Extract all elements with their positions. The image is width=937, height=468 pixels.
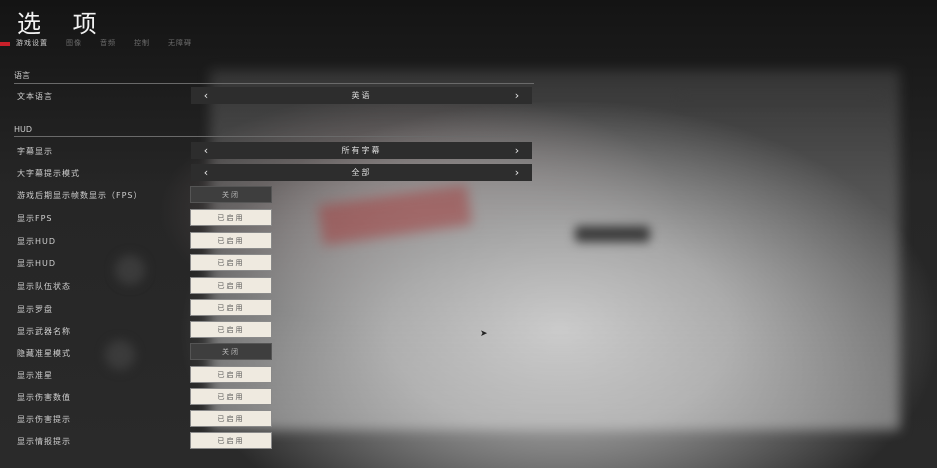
chevron-right-icon[interactable]: ›	[512, 142, 522, 159]
mouse-cursor-icon: ➤	[480, 329, 488, 339]
large-subtitle-mode-selector[interactable]: ‹ 全部 ›	[191, 164, 532, 181]
toggle-row-label: 显示武器名称	[17, 327, 71, 336]
toggle-button[interactable]: 已启用	[190, 366, 272, 383]
tab-game-settings[interactable]: 游戏设置	[16, 38, 48, 48]
toggle-button[interactable]: 已启用	[190, 277, 272, 294]
toggle-button[interactable]: 已启用	[190, 432, 272, 449]
toggle-row-label: 显示HUD	[17, 259, 57, 268]
toggle-button[interactable]: 已启用	[190, 254, 272, 271]
toggle-row-label: 显示伤害提示	[17, 415, 71, 424]
tab-accessibility[interactable]: 无障碍	[168, 38, 192, 48]
chevron-left-icon[interactable]: ‹	[201, 164, 211, 181]
toggle-row-label: 显示HUD	[17, 237, 57, 246]
toggle-button[interactable]: 已启用	[190, 232, 272, 249]
toggle-button[interactable]: 关闭	[190, 186, 272, 203]
background-dark-circle	[115, 255, 145, 285]
toggle-row-label: 游戏后期显示帧数显示（FPS）	[17, 191, 143, 200]
section-header-language: 语言	[14, 70, 534, 84]
page-title: 选 项	[17, 10, 109, 38]
toggle-button[interactable]: 关闭	[190, 343, 272, 360]
toggle-button[interactable]: 已启用	[190, 410, 272, 427]
toggle-button[interactable]: 已启用	[190, 299, 272, 316]
background-dark-shape	[575, 226, 650, 242]
section-header-hud: HUD	[14, 125, 534, 137]
selector-value: 英语	[351, 91, 372, 100]
selector-value: 全部	[351, 168, 372, 177]
tab-graphics[interactable]: 图像	[66, 38, 82, 48]
toggle-row-label: 隐藏准星模式	[17, 349, 71, 358]
tab-audio[interactable]: 音频	[100, 38, 116, 48]
text-language-label: 文本语言	[17, 92, 53, 101]
chevron-right-icon[interactable]: ›	[512, 164, 522, 181]
selector-value: 所有字幕	[341, 146, 382, 155]
subtitle-display-selector[interactable]: ‹ 所有字幕 ›	[191, 142, 532, 159]
tab-controls[interactable]: 控制	[134, 38, 150, 48]
toggle-row-label: 显示罗盘	[17, 305, 53, 314]
toggle-row-label: 显示FPS	[17, 214, 53, 223]
background-dark-bar	[680, 96, 880, 106]
chevron-left-icon[interactable]: ‹	[201, 142, 211, 159]
active-tab-accent	[0, 42, 10, 46]
text-language-selector[interactable]: ‹ 英语 ›	[191, 87, 532, 104]
toggle-row-label: 显示伤害数值	[17, 393, 71, 402]
toggle-button[interactable]: 已启用	[190, 209, 272, 226]
options-tabs: 游戏设置 图像 音频 控制 无障碍	[16, 38, 192, 48]
toggle-row-label: 显示准星	[17, 371, 53, 380]
background-dark-circle-2	[105, 340, 135, 370]
toggle-row-label: 显示情报提示	[17, 437, 71, 446]
large-subtitle-mode-label: 大字幕提示模式	[17, 169, 80, 178]
toggle-button[interactable]: 已启用	[190, 321, 272, 338]
background-panel	[210, 70, 900, 430]
chevron-left-icon[interactable]: ‹	[201, 87, 211, 104]
toggle-row-label: 显示队伍状态	[17, 282, 71, 291]
subtitle-display-label: 字幕显示	[17, 147, 53, 156]
chevron-right-icon[interactable]: ›	[512, 87, 522, 104]
toggle-button[interactable]: 已启用	[190, 388, 272, 405]
